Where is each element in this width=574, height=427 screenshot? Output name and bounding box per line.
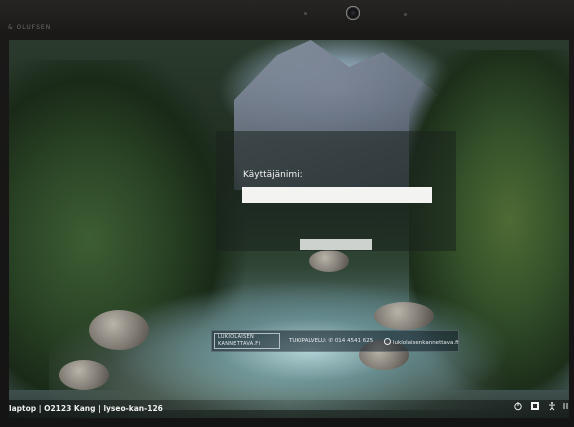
username-label: Käyttäjänimi: [243, 170, 303, 180]
username-input[interactable] [242, 187, 432, 203]
hostname-label: laptop | O2123 Kang | lyseo-kan-126 [9, 404, 163, 413]
globe-icon [384, 338, 391, 345]
indicator-led [304, 12, 307, 15]
language-icon[interactable] [562, 401, 570, 411]
power-icon[interactable] [513, 401, 523, 411]
brand-label: & OLUFSEN [8, 24, 52, 31]
accessibility-icon[interactable] [547, 401, 557, 411]
logo-line-2: KANNETTAVA.FI [218, 341, 261, 347]
logo-line-1: LUKIOLAISEN [218, 334, 255, 340]
indicator-led [404, 13, 407, 16]
login-submit-button[interactable] [300, 239, 372, 250]
network-icon[interactable] [530, 401, 540, 411]
webcam-icon [346, 6, 360, 20]
rock [309, 250, 349, 272]
support-website-link[interactable]: lukiolaisenkannettava.fi [384, 338, 459, 346]
rock [59, 360, 109, 390]
lukiolaisen-kannettava-logo: LUKIOLAISEN KANNETTAVA.FI [214, 333, 280, 349]
rock [89, 310, 149, 350]
support-website-text: lukiolaisenkannettava.fi [393, 340, 459, 346]
rock [374, 302, 434, 330]
support-phone: TUKIPALVELU: ✆ 014 4541 625 [289, 338, 374, 344]
